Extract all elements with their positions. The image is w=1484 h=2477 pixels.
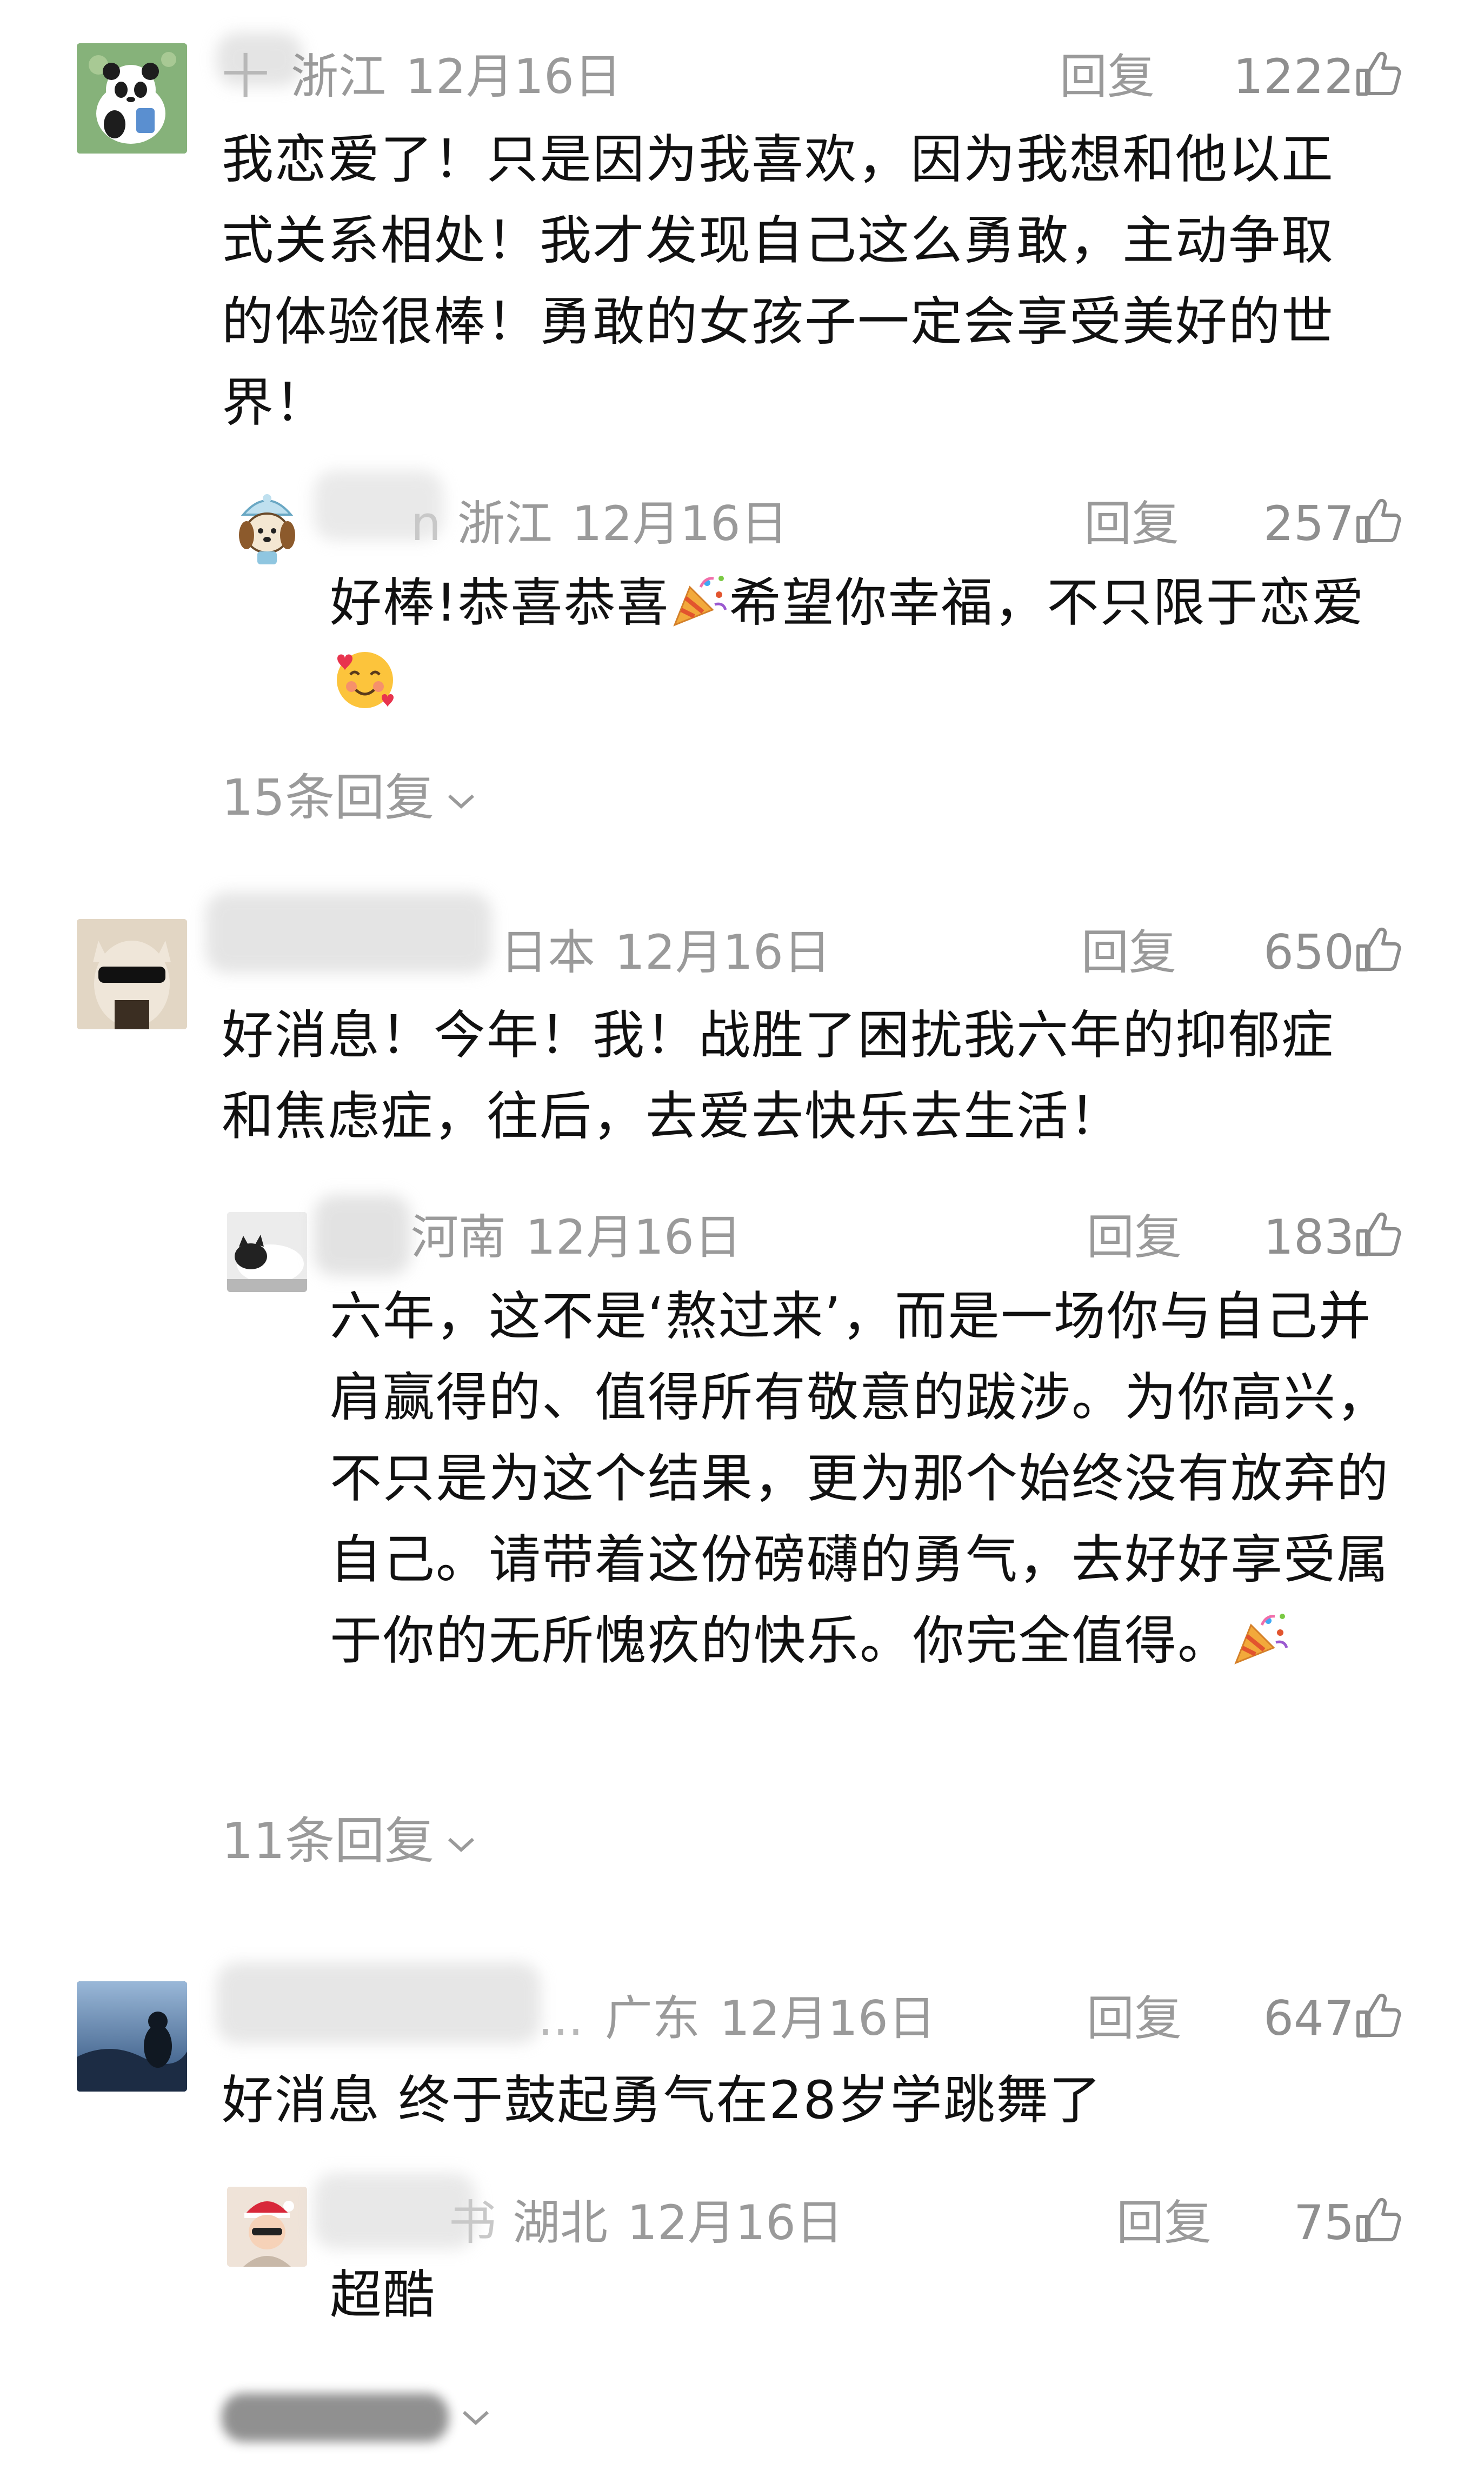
chevron-down-icon — [462, 2411, 489, 2425]
smiling-face-with-hearts-emoji — [337, 652, 394, 708]
reply-text: 超酷 — [330, 2265, 436, 2325]
location: 广东 — [604, 1990, 700, 2046]
blurred-username — [314, 1195, 411, 1276]
expand-replies-button[interactable] — [222, 2389, 492, 2442]
location: 浙江 — [457, 496, 553, 551]
comment-meta: 日本 12月16日 — [500, 929, 831, 976]
reply-button[interactable]: 回复 — [1081, 929, 1176, 976]
panda-avatar-icon — [77, 43, 187, 154]
comment-page: { "comments": [ { "name_hint": "十", "loc… — [0, 0, 1484, 2477]
comment-meta: ... 广东 12月16日 — [538, 1995, 936, 2042]
date: 12月16日 — [405, 49, 622, 104]
cat-sunglasses-avatar-icon — [77, 919, 187, 1029]
landscape-avatar-icon — [77, 1981, 187, 2092]
thumbs-up-icon[interactable] — [1352, 48, 1403, 99]
comment-meta: 十浙江 12月16日 — [222, 53, 622, 101]
party-popper-emoji — [1234, 1614, 1288, 1664]
name-hint: ... — [538, 1990, 583, 2046]
thumbs-up-icon[interactable] — [1352, 923, 1403, 975]
blurred-username — [216, 1962, 541, 2043]
child-avatar-icon — [227, 2187, 307, 2267]
location: 湖北 — [513, 2195, 608, 2250]
reply-text-part: 好棒!恭喜恭喜 — [330, 572, 670, 633]
avatar[interactable] — [77, 43, 187, 154]
blurred-username — [205, 892, 492, 973]
blurred-reply-count — [222, 2393, 449, 2442]
reply-button[interactable]: 回复 — [1116, 2199, 1212, 2247]
date: 12月16日 — [719, 1990, 936, 2046]
expand-replies-button[interactable]: 15条回复 — [222, 773, 477, 823]
like-count: 650 — [1263, 924, 1354, 980]
reply-text-part: 希望你幸福，不只限于恋爱 — [729, 572, 1365, 633]
location: 浙江 — [291, 49, 387, 104]
date: 12月16日 — [627, 2195, 843, 2250]
comment-text: 好消息 终于鼓起勇气在28岁学跳舞了 — [222, 2070, 1102, 2130]
comment-text: 我恋爱了！只是因为我喜欢，因为我想和他以正式关系相处！我才发现自己这么勇敢，主动… — [222, 129, 1334, 433]
avatar[interactable] — [227, 2187, 307, 2267]
name-hint: 十 — [222, 49, 270, 104]
avatar[interactable] — [77, 1981, 187, 2092]
avatar[interactable] — [227, 488, 307, 568]
thumbs-up-icon[interactable] — [1352, 1989, 1403, 2041]
reply-meta: 书湖北 12月16日 — [449, 2199, 843, 2247]
avatar[interactable] — [77, 919, 187, 1029]
comment-text: 好消息！今年！我！战胜了困扰我六年的抑郁症和焦虑症，往后，去爱去快乐去生活！ — [222, 1005, 1334, 1147]
location: 日本 — [500, 924, 596, 980]
chevron-down-icon — [448, 794, 475, 809]
date: 12月16日 — [571, 496, 788, 551]
chevron-down-icon — [448, 1837, 475, 1852]
reply-button[interactable]: 回复 — [1087, 1214, 1182, 1261]
like-count: 183 — [1263, 1209, 1354, 1265]
dog-avatar-icon — [227, 488, 307, 568]
like-count: 647 — [1263, 1990, 1354, 2046]
reply-text: 六年，这不是‘熬过来’，而是一场你与自己并肩赢得的、值得所有敬意的跋涉。为你高兴… — [330, 1276, 1411, 1681]
avatar[interactable] — [227, 1212, 307, 1292]
party-popper-emoji — [673, 576, 727, 627]
reply-meta: 河南 12月16日 — [411, 1214, 742, 1261]
thumbs-up-icon[interactable] — [1352, 2194, 1403, 2246]
reply-text: 好棒!恭喜恭喜 希望你幸福，不只限于恋爱 — [330, 562, 1406, 727]
thumbs-up-icon[interactable] — [1352, 1208, 1403, 1260]
expand-replies-label: 11条回复 — [222, 1812, 435, 1870]
thumbs-up-icon[interactable] — [1352, 495, 1403, 547]
date: 12月16日 — [615, 924, 831, 980]
reply-meta: n 浙江 12月16日 — [411, 500, 788, 548]
reply-button[interactable]: 回复 — [1060, 53, 1155, 101]
name-hint: n — [411, 496, 441, 551]
location: 河南 — [411, 1209, 507, 1265]
like-count: 75 — [1294, 2195, 1354, 2250]
reply-button[interactable]: 回复 — [1087, 1995, 1182, 2042]
reply-button[interactable]: 回复 — [1084, 500, 1179, 548]
sleeping-cat-avatar-icon — [227, 1212, 307, 1292]
expand-replies-label: 15条回复 — [222, 769, 435, 827]
date: 12月16日 — [525, 1209, 742, 1265]
expand-replies-button[interactable]: 11条回复 — [222, 1816, 477, 1866]
like-count: 1222 — [1233, 49, 1354, 104]
name-hint: 书 — [449, 2195, 497, 2250]
like-count: 257 — [1263, 496, 1354, 551]
